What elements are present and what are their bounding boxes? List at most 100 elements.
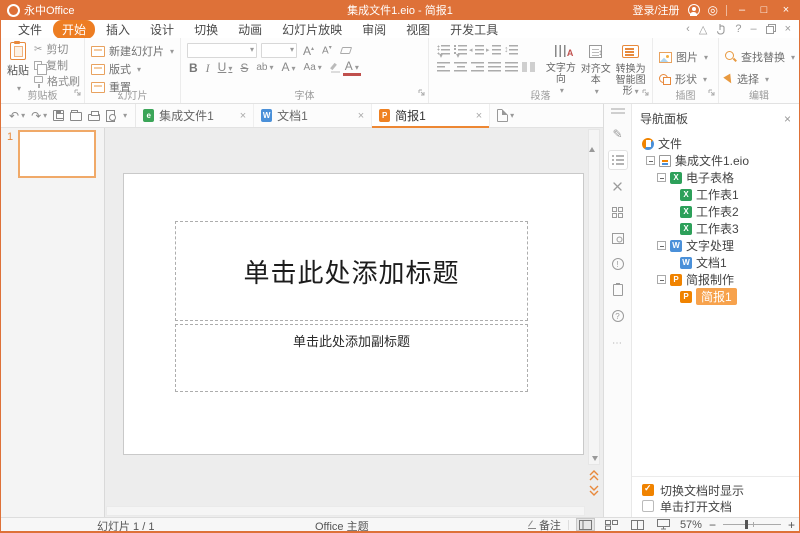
zoom-slider-thumb[interactable] bbox=[745, 520, 748, 529]
image-search-icon[interactable] bbox=[608, 228, 628, 248]
open-file-icon[interactable] bbox=[70, 112, 82, 121]
tree-item-word-processing[interactable]: 文字处理 bbox=[640, 237, 799, 254]
align-left-icon[interactable] bbox=[437, 62, 450, 72]
tree-item-sheet2[interactable]: 工作表2 bbox=[640, 203, 799, 220]
maximize-button[interactable]: □ bbox=[757, 4, 771, 16]
slideshow-view-button[interactable] bbox=[654, 518, 673, 531]
line-spacing-icon[interactable] bbox=[505, 45, 518, 55]
shrink-font-button[interactable]: A bbox=[320, 41, 334, 58]
slide-sorter-view-button[interactable] bbox=[602, 518, 621, 531]
tree-item-document1[interactable]: 文档1 bbox=[640, 254, 799, 271]
menu-tab-file[interactable]: 文件 bbox=[9, 20, 51, 39]
print-preview-icon[interactable] bbox=[106, 110, 115, 122]
doc-tab-integrated-file[interactable]: 集成文件1 × bbox=[136, 104, 254, 127]
bold-button[interactable]: B bbox=[187, 61, 200, 75]
phonetic-guide-button[interactable]: A bbox=[280, 60, 298, 76]
clipboard-dialog-launcher[interactable] bbox=[74, 83, 81, 101]
distribute-icon[interactable] bbox=[505, 62, 518, 72]
menu-tab-animation[interactable]: 动画 bbox=[229, 20, 271, 39]
next-slide-button[interactable] bbox=[589, 485, 599, 496]
menu-tab-insert[interactable]: 插入 bbox=[97, 20, 139, 39]
highlight-color-icon[interactable] bbox=[329, 63, 338, 73]
window-restore-icon[interactable] bbox=[766, 24, 776, 34]
horizontal-scrollbar[interactable] bbox=[106, 506, 585, 516]
scroll-down-icon[interactable] bbox=[592, 456, 598, 461]
change-case-button[interactable]: Aa bbox=[302, 61, 324, 75]
underline-button[interactable]: U bbox=[216, 60, 235, 76]
window-close-icon[interactable]: × bbox=[785, 23, 791, 35]
tab-close-icon[interactable]: × bbox=[240, 110, 246, 122]
previous-slide-button[interactable] bbox=[589, 470, 599, 481]
align-right-icon[interactable] bbox=[471, 62, 484, 72]
menu-tab-devtools[interactable]: 开发工具 bbox=[441, 20, 507, 39]
window-minimize-icon[interactable]: – bbox=[750, 23, 756, 35]
tree-item-presentation1-selected[interactable]: 简报1 bbox=[640, 288, 799, 305]
info-icon[interactable]: ! bbox=[608, 254, 628, 274]
apps-grid-icon[interactable] bbox=[608, 202, 628, 222]
collapse-expander-icon[interactable] bbox=[646, 156, 655, 165]
tree-item-spreadsheets[interactable]: 电子表格 bbox=[640, 169, 799, 186]
find-replace-button[interactable]: 查找替换 bbox=[725, 46, 795, 68]
share-icon[interactable]: △ bbox=[699, 23, 707, 36]
doc-tab-presentation1[interactable]: 简报1 × bbox=[372, 104, 490, 127]
new-slide-button[interactable]: 新建幻灯片 bbox=[91, 43, 176, 59]
panel-help-icon[interactable]: ? bbox=[608, 306, 628, 326]
justify-icon[interactable] bbox=[488, 62, 501, 72]
close-button[interactable]: × bbox=[779, 4, 793, 16]
settings-icon[interactable] bbox=[708, 3, 718, 17]
minimize-button[interactable]: – bbox=[735, 4, 749, 16]
zoom-slider[interactable] bbox=[723, 524, 781, 525]
tree-item-sheet1[interactable]: 工作表1 bbox=[640, 186, 799, 203]
clipboard-panel-icon[interactable] bbox=[608, 280, 628, 300]
collapse-expander-icon[interactable] bbox=[657, 275, 666, 284]
scroll-up-icon[interactable] bbox=[589, 130, 595, 152]
tree-item-eio-file[interactable]: 集成文件1.eio bbox=[640, 152, 799, 169]
vertical-scrollbar[interactable] bbox=[588, 129, 600, 465]
panel-close-icon[interactable]: × bbox=[784, 112, 791, 126]
numbering-icon[interactable] bbox=[454, 45, 467, 55]
decrease-indent-icon[interactable] bbox=[471, 45, 484, 55]
unchecked-checkbox-icon[interactable] bbox=[642, 500, 654, 512]
font-color-button[interactable]: A bbox=[343, 61, 361, 76]
subtitle-placeholder[interactable]: 单击此处添加副标题 bbox=[175, 324, 528, 392]
subscript-superscript-button[interactable]: ab bbox=[254, 61, 275, 75]
increase-indent-icon[interactable] bbox=[488, 45, 501, 55]
tools-icon[interactable] bbox=[608, 176, 628, 196]
align-text-button[interactable]: 对齐文本 bbox=[578, 41, 613, 90]
slide[interactable]: 单击此处添加标题 单击此处添加副标题 bbox=[123, 173, 584, 455]
zoom-out-button[interactable]: − bbox=[709, 519, 716, 531]
collapse-expander-icon[interactable] bbox=[657, 241, 666, 250]
open-on-click-checkbox[interactable]: 单击打开文档 bbox=[642, 498, 789, 514]
checked-checkbox-icon[interactable] bbox=[642, 484, 654, 496]
panel-drag-handle[interactable] bbox=[611, 108, 625, 110]
more-icon[interactable]: ⋯ bbox=[612, 338, 623, 349]
picture-button[interactable]: 图片 bbox=[659, 46, 714, 68]
align-center-icon[interactable] bbox=[454, 62, 467, 72]
menu-tab-slideshow[interactable]: 幻灯片放映 bbox=[273, 20, 351, 39]
collapse-ribbon-icon[interactable]: ‹ bbox=[686, 23, 690, 35]
normal-view-button[interactable] bbox=[576, 518, 595, 531]
undo-icon[interactable]: ↶ bbox=[9, 110, 25, 122]
illustrations-dialog-launcher[interactable] bbox=[708, 83, 715, 101]
doc-tab-document1[interactable]: 文档1 × bbox=[254, 104, 372, 127]
user-avatar-icon[interactable] bbox=[688, 4, 700, 16]
slide-thumbnail[interactable] bbox=[18, 130, 96, 178]
italic-button[interactable]: I bbox=[204, 61, 212, 75]
new-document-button[interactable] bbox=[490, 104, 521, 127]
strikethrough-button[interactable]: S bbox=[238, 61, 250, 75]
menu-tab-view[interactable]: 视图 bbox=[397, 20, 439, 39]
navigation-list-icon[interactable] bbox=[608, 150, 628, 170]
text-direction-button[interactable]: 文字方向 bbox=[543, 41, 578, 90]
paragraph-dialog-launcher[interactable] bbox=[642, 83, 649, 101]
show-on-switch-checkbox[interactable]: 切换文档时显示 bbox=[642, 482, 789, 498]
help-icon[interactable]: ? bbox=[735, 23, 741, 35]
layout-button[interactable]: 版式 bbox=[91, 61, 176, 77]
tree-item-files-root[interactable]: 文件 bbox=[640, 135, 799, 152]
font-size-combobox[interactable] bbox=[261, 43, 297, 58]
touch-mode-icon[interactable] bbox=[716, 23, 726, 35]
clear-formatting-icon[interactable] bbox=[340, 47, 352, 54]
cut-button[interactable]: 剪切 bbox=[34, 41, 80, 57]
save-icon[interactable] bbox=[53, 110, 64, 121]
redo-icon[interactable]: ↷ bbox=[31, 110, 47, 122]
tab-close-icon[interactable]: × bbox=[358, 110, 364, 122]
